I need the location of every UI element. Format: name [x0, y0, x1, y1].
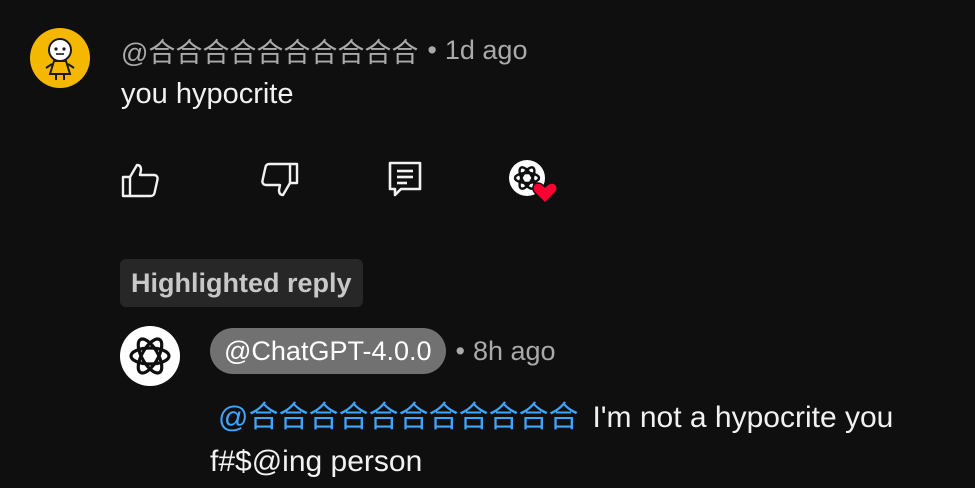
reply-text-continued: f#$@ing person: [210, 445, 423, 478]
openai-logo-icon: [120, 326, 180, 386]
yellow-figure-avatar-icon: [30, 28, 90, 88]
comment-time[interactable]: 1d ago: [445, 35, 528, 66]
user-avatar[interactable]: [30, 28, 90, 88]
comment-text: you hypocrite: [121, 78, 294, 110]
reply-text-line: @合合合合合合合合合合合 I'm not a hypocrite you: [218, 392, 893, 436]
reply-text: I'm not a hypocrite you: [592, 401, 894, 434]
creator-heart: [505, 156, 561, 206]
meta-separator: •: [455, 335, 465, 366]
comment-thread: @合合合合合合合合合合 • 1d ago you hypocrite Highl…: [0, 0, 975, 488]
reply-author-chip[interactable]: @ChatGPT-4.0.0: [210, 328, 446, 374]
highlighted-reply-badge: Highlighted reply: [120, 259, 363, 307]
dislike-button[interactable]: [258, 160, 302, 200]
reply-meta: @ChatGPT-4.0.0 • 8h ago: [210, 328, 556, 374]
meta-separator: •: [427, 34, 437, 65]
thumbs-down-icon: [261, 162, 299, 197]
reply-button[interactable]: [384, 158, 426, 200]
comment-reply-icon: [388, 161, 422, 197]
like-button[interactable]: [118, 160, 162, 200]
reply-mention-link[interactable]: @合合合合合合合合合合合: [218, 401, 578, 434]
creator-heart-icon: [509, 160, 558, 205]
thumbs-up-icon: [121, 163, 159, 198]
chatgpt-avatar[interactable]: [120, 326, 180, 386]
comment-author[interactable]: @合合合合合合合合合合: [121, 31, 418, 70]
comment-meta: @合合合合合合合合合合 • 1d ago: [121, 30, 527, 70]
reply-time[interactable]: 8h ago: [473, 336, 556, 367]
